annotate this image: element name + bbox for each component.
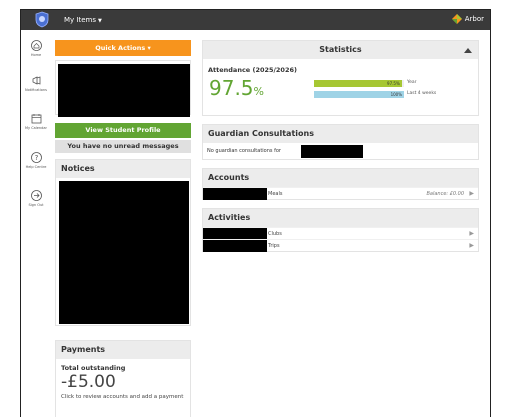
statistics-header[interactable]: Statistics	[203, 41, 478, 59]
chevron-right-icon: ▶	[469, 190, 474, 197]
right-column: Statistics Attendance (2025/2026) 97.5% …	[202, 40, 479, 252]
sidebar-item-notifications[interactable]: Notifications	[21, 75, 51, 92]
account-row-label: Meals	[268, 191, 283, 197]
attendance-value: 97.5%	[209, 76, 264, 100]
quick-actions-label: Quick Actions	[95, 44, 146, 52]
view-student-profile-button[interactable]: View Student Profile	[55, 123, 191, 138]
attendance-4weeks-label: Last 4 weeks	[407, 91, 437, 96]
sidebar-item-sign-out[interactable]: Sign Out	[21, 190, 51, 207]
total-outstanding-label: Total outstanding	[61, 364, 126, 372]
home-icon	[30, 40, 42, 51]
attendance-number: 97.5	[209, 76, 254, 100]
attendance-4weeks-fill: 100%	[314, 91, 404, 98]
megaphone-icon	[32, 76, 40, 85]
left-column: Quick Actions ▾ View Student Profile You…	[55, 40, 191, 417]
sidebar-item-label: Sign Out	[28, 203, 44, 207]
redacted-student-info	[58, 64, 190, 117]
redacted-notices	[59, 181, 189, 324]
statistics-title: Statistics	[319, 45, 362, 54]
redacted-account-name	[203, 188, 267, 200]
account-balance: Balance: £0.00	[426, 191, 464, 197]
attendance-unit: %	[253, 85, 264, 98]
attendance-4weeks-bar: 100%	[314, 91, 404, 98]
accounts-panel: Accounts Meals Balance: £0.00 ▶	[202, 168, 479, 200]
activities-title: Activities	[203, 209, 478, 227]
attendance-title: Attendance (2025/2026)	[208, 66, 297, 74]
activity-row-trips[interactable]: Trips ▶	[203, 239, 478, 252]
total-outstanding-amount: -£5.00	[61, 372, 116, 392]
guardian-consultations-title: Guardian Consultations	[203, 125, 478, 143]
payments-panel[interactable]: Payments Total outstanding -£5.00 Click …	[55, 340, 191, 417]
top-bar: My Items ▼ Arbor	[21, 10, 490, 30]
side-nav: Home Notifications My Calendar ? Help Ce…	[21, 30, 51, 417]
arbor-logo-icon	[451, 14, 462, 24]
notices-title: Notices	[56, 160, 190, 178]
sidebar-item-calendar[interactable]: My Calendar	[21, 113, 51, 130]
attendance-4weeks-value: 100%	[390, 92, 402, 97]
redacted-activity-owner	[203, 240, 267, 252]
review-accounts-link[interactable]: Click to review accounts and add a payme…	[56, 394, 190, 400]
account-row-meals[interactable]: Meals Balance: £0.00 ▶	[203, 187, 478, 200]
activities-panel: Activities Clubs ▶ Trips ▶	[202, 208, 479, 252]
unread-messages-button[interactable]: You have no unread messages	[55, 140, 191, 153]
question-icon: ?	[30, 152, 42, 163]
chevron-right-icon: ▶	[469, 242, 474, 249]
notices-panel: Notices	[55, 159, 191, 326]
sidebar-item-home[interactable]: Home	[21, 40, 51, 57]
redacted-student-name	[301, 145, 363, 158]
sidebar-item-label: Help Centre	[25, 165, 47, 169]
sidebar-item-label: My Calendar	[25, 126, 47, 130]
payments-title: Payments	[56, 341, 190, 359]
activity-row-clubs[interactable]: Clubs ▶	[203, 227, 478, 240]
sidebar-item-label: Notifications	[25, 88, 47, 92]
sign-out-icon	[30, 190, 42, 201]
caret-down-icon: ▼	[98, 18, 102, 24]
collapse-up-icon[interactable]	[464, 48, 472, 53]
sidebar-item-label: Home	[30, 53, 42, 57]
attendance-year-fill: 97.5%	[314, 80, 402, 87]
quick-actions-button[interactable]: Quick Actions ▾	[55, 40, 191, 56]
accounts-title: Accounts	[203, 169, 478, 187]
app-frame: My Items ▼ Arbor Home Notifications My C…	[20, 9, 491, 417]
guardian-empty-text: No guardian consultations for	[207, 148, 281, 154]
guardian-consultations-body: No guardian consultations for	[203, 143, 478, 159]
statistics-panel: Statistics Attendance (2025/2026) 97.5% …	[202, 40, 479, 116]
school-logo-icon[interactable]	[34, 11, 50, 28]
my-items-menu[interactable]: My Items ▼	[64, 16, 102, 24]
student-card	[55, 60, 191, 117]
arbor-brand[interactable]: Arbor	[451, 14, 484, 24]
calendar-icon	[31, 114, 41, 124]
svg-text:?: ?	[34, 154, 38, 162]
attendance-year-value: 97.5%	[387, 81, 400, 86]
guardian-consultations-panel: Guardian Consultations No guardian consu…	[202, 124, 479, 160]
attendance-year-label: Year	[407, 80, 417, 85]
attendance-year-bar: 97.5%	[314, 80, 404, 87]
activity-row-label: Trips	[268, 243, 280, 249]
caret-down-icon: ▾	[147, 44, 151, 52]
my-items-label: My Items	[64, 16, 96, 24]
arbor-label: Arbor	[464, 15, 484, 23]
sidebar-item-help[interactable]: ? Help Centre	[21, 152, 51, 169]
statistics-body: Attendance (2025/2026) 97.5% 97.5% Year …	[203, 59, 478, 115]
